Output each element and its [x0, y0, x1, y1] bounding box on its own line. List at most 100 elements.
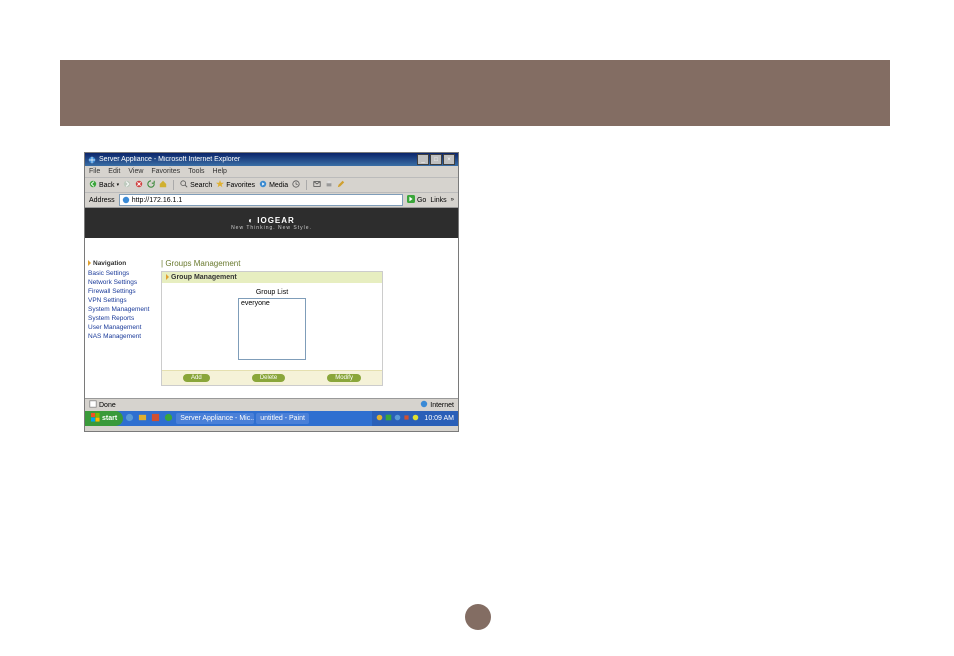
edit-button[interactable] — [337, 180, 345, 190]
task-label: untitled - Paint — [260, 415, 305, 422]
menu-file[interactable]: File — [89, 168, 100, 175]
links-label[interactable]: Links — [430, 197, 446, 204]
toolbar-separator — [173, 180, 174, 190]
panel-title: Group Management — [171, 274, 237, 281]
quicklaunch-icon[interactable] — [138, 413, 147, 424]
page-banner — [60, 60, 890, 126]
menu-view[interactable]: View — [128, 168, 143, 175]
menu-favorites[interactable]: Favorites — [151, 168, 180, 175]
page-number-circle — [465, 604, 491, 630]
history-button[interactable] — [292, 180, 300, 190]
address-value: http://172.16.1.1 — [132, 197, 183, 204]
back-arrow-icon — [89, 180, 97, 190]
list-item[interactable]: everyone — [241, 300, 303, 307]
sidebar-item-network[interactable]: Network Settings — [88, 278, 154, 287]
forward-button[interactable] — [123, 180, 131, 190]
favorites-button[interactable]: Favorites — [216, 180, 255, 190]
quicklaunch-icon[interactable] — [125, 413, 134, 424]
sidebar: Navigation Basic Settings Network Settin… — [85, 256, 157, 398]
breadcrumb: | Groups Management — [161, 258, 454, 271]
search-icon — [180, 180, 188, 190]
address-input[interactable]: http://172.16.1.1 — [119, 194, 403, 206]
sidebar-item-vpn[interactable]: VPN Settings — [88, 296, 154, 305]
panel-body: Group List everyone — [162, 283, 382, 366]
nav-list: Basic Settings Network Settings Firewall… — [88, 269, 154, 341]
media-icon — [259, 180, 267, 190]
star-icon — [216, 180, 224, 190]
screenshot-window: Server Appliance - Microsoft Internet Ex… — [84, 152, 459, 432]
main-area: | Groups Management Group Management Gro… — [157, 256, 458, 398]
sidebar-item-reports[interactable]: System Reports — [88, 314, 154, 323]
print-button[interactable] — [325, 180, 333, 190]
close-button[interactable]: × — [443, 154, 455, 165]
modify-button[interactable]: Modify — [327, 374, 361, 382]
tray-time[interactable]: 10:09 AM — [424, 415, 454, 422]
brand-tagline: New Thinking. New Style. — [231, 225, 312, 231]
status-bar: Done Internet — [85, 398, 458, 411]
tray-icon[interactable] — [403, 414, 410, 423]
system-tray: 10:09 AM — [372, 411, 458, 426]
nav-header: Navigation — [88, 260, 154, 267]
menubar: File Edit View Favorites Tools Help — [85, 166, 458, 177]
toolbar-row: Back ▾ Search Favorites — [85, 177, 458, 192]
menu-help[interactable]: Help — [213, 168, 227, 175]
toolbar-separator — [306, 180, 307, 190]
mail-button[interactable] — [313, 180, 321, 190]
refresh-button[interactable] — [147, 180, 155, 190]
sidebar-item-basic[interactable]: Basic Settings — [88, 269, 154, 278]
go-icon — [407, 195, 415, 205]
minimize-button[interactable]: _ — [417, 154, 429, 165]
address-label: Address — [89, 197, 115, 204]
address-row: Address http://172.16.1.1 Go Links » — [85, 192, 458, 207]
add-button[interactable]: Add — [183, 374, 210, 382]
quicklaunch-icon[interactable] — [164, 413, 173, 424]
media-button[interactable]: Media — [259, 180, 288, 190]
task-button[interactable]: Server Appliance - Mic... — [176, 413, 254, 424]
go-button[interactable]: Go — [407, 195, 426, 205]
taskbar: start Server Appliance - Mic... untitled… — [85, 411, 458, 426]
go-label: Go — [417, 197, 426, 204]
task-label: Server Appliance - Mic... — [180, 415, 254, 422]
home-button[interactable] — [159, 180, 167, 190]
menu-edit[interactable]: Edit — [108, 168, 120, 175]
maximize-button[interactable]: □ — [430, 154, 442, 165]
tray-icon[interactable] — [385, 414, 392, 423]
page-content: ◐ IOGEAR New Thinking. New Style. Naviga… — [85, 207, 458, 398]
group-list-label: Group List — [256, 289, 288, 296]
ie-page-icon — [122, 196, 130, 204]
menu-tools[interactable]: Tools — [188, 168, 204, 175]
quicklaunch-icon[interactable] — [151, 413, 160, 424]
tray-icon[interactable] — [394, 414, 401, 423]
back-button[interactable]: Back ▾ — [89, 180, 119, 190]
window-titlebar: Server Appliance - Microsoft Internet Ex… — [85, 153, 458, 166]
search-button[interactable]: Search — [180, 180, 212, 190]
chevron-down-icon: ▾ — [117, 182, 120, 188]
internet-zone-icon — [420, 400, 428, 410]
status-right: Internet — [430, 402, 454, 409]
links-chevron-icon[interactable]: » — [451, 197, 454, 203]
triangle-icon — [166, 274, 169, 280]
tray-icon[interactable] — [412, 414, 419, 423]
delete-button[interactable]: Delete — [252, 374, 285, 382]
start-button[interactable]: start — [85, 411, 123, 426]
done-icon — [89, 400, 97, 410]
tray-icon[interactable] — [376, 414, 383, 423]
sidebar-item-system-mgmt[interactable]: System Management — [88, 305, 154, 314]
nav-header-label: Navigation — [93, 260, 126, 267]
windows-logo-icon — [91, 413, 100, 424]
sidebar-item-nas[interactable]: NAS Management — [88, 332, 154, 341]
triangle-icon — [88, 260, 91, 266]
task-button[interactable]: untitled - Paint — [256, 413, 309, 424]
brand-header: ◐ IOGEAR New Thinking. New Style. — [85, 208, 458, 238]
stop-button[interactable] — [135, 180, 143, 190]
panel-button-row: Add Delete Modify — [162, 370, 382, 385]
favorites-label: Favorites — [226, 182, 255, 189]
sidebar-item-firewall[interactable]: Firewall Settings — [88, 287, 154, 296]
brand-name: IOGEAR — [257, 216, 295, 225]
sidebar-item-user-mgmt[interactable]: User Management — [88, 323, 154, 332]
group-panel: Group Management Group List everyone Add… — [161, 271, 383, 386]
back-label: Back — [99, 182, 115, 189]
start-label: start — [102, 415, 117, 422]
status-left: Done — [99, 402, 116, 409]
group-listbox[interactable]: everyone — [238, 298, 306, 360]
